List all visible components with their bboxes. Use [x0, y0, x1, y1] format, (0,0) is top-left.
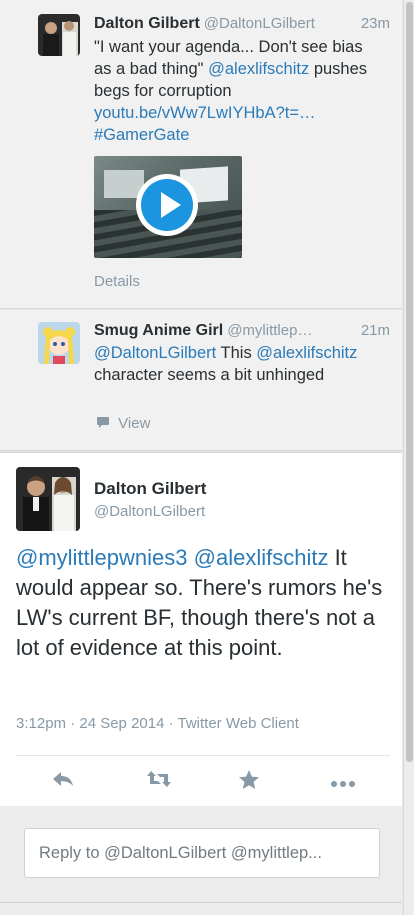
tweet-actions	[16, 763, 390, 799]
view-conversation-link[interactable]: View	[96, 415, 150, 432]
divider	[0, 902, 402, 903]
mention-link[interactable]: @alexlifschitz	[208, 60, 309, 78]
author-handle[interactable]: @DaltonLGilbert	[94, 503, 205, 520]
tweet-item-1[interactable]: Dalton Gilbert @DaltonLGilbert 23m "I wan…	[0, 0, 402, 309]
mention-link[interactable]: @mylittlepwnies3	[16, 545, 188, 570]
mention-link[interactable]: @alexlifschitz	[194, 545, 329, 570]
view-label: View	[118, 415, 151, 432]
tweet-text-part: character seems a bit unhinged	[94, 366, 325, 384]
tweet-text: @DaltonLGilbert This @alexlifschitz char…	[94, 342, 372, 386]
divider	[16, 755, 390, 756]
tweet-header: Smug Anime Girl @mylittlep… 21m	[94, 321, 390, 341]
hashtag-link[interactable]: #GamerGate	[94, 126, 189, 144]
author-handle[interactable]: @mylittlep…	[227, 322, 312, 339]
tweet-text-part: This	[216, 344, 257, 362]
author-name[interactable]: Dalton Gilbert	[94, 479, 206, 499]
avatar[interactable]	[16, 467, 80, 531]
focused-tweet: Dalton Gilbert @DaltonLGilbert @mylittle…	[0, 452, 402, 807]
tweet-item-2[interactable]: Smug Anime Girl @mylittlep… 21m @DaltonLG…	[0, 310, 402, 451]
more-icon[interactable]	[328, 769, 358, 795]
video-thumbnail[interactable]	[94, 156, 242, 258]
author-name[interactable]: Smug Anime Girl	[94, 322, 223, 339]
retweet-icon[interactable]	[144, 769, 174, 795]
tweet-thread-page: Dalton Gilbert @DaltonLGilbert 23m "I wan…	[0, 0, 414, 915]
reply-icon[interactable]	[48, 769, 78, 795]
speech-bubble-icon	[96, 415, 114, 432]
scrollbar-thumb[interactable]	[406, 2, 413, 762]
star-icon[interactable]	[234, 769, 264, 795]
reply-input[interactable]: Reply to @DaltonLGilbert @mylittlep...	[24, 828, 380, 878]
author-handle[interactable]: @DaltonLGilbert	[204, 15, 315, 32]
tweet-text: "I want your agenda... Don't see bias as…	[94, 36, 380, 146]
avatar[interactable]	[38, 14, 80, 56]
author-name[interactable]: Dalton Gilbert	[94, 15, 200, 32]
tweet-timestamp[interactable]: 3:12pm · 24 Sep 2014 · Twitter Web Clien…	[16, 715, 299, 732]
tweet-time[interactable]: 23m	[361, 14, 390, 34]
mention-link[interactable]: @alexlifschitz	[256, 344, 357, 362]
details-link[interactable]: Details	[94, 273, 140, 290]
tweet-header: Dalton Gilbert @DaltonLGilbert 23m	[94, 14, 390, 34]
reply-area: Reply to @DaltonLGilbert @mylittlep...	[0, 806, 402, 915]
mention-link[interactable]: @DaltonLGilbert	[94, 344, 216, 362]
avatar[interactable]	[38, 322, 80, 364]
play-icon[interactable]	[136, 174, 198, 236]
tweet-text: @mylittlepwnies3 @alexlifschitz It would…	[16, 543, 384, 663]
scrollbar[interactable]	[403, 0, 414, 915]
tweet-time[interactable]: 21m	[361, 321, 390, 341]
url-link[interactable]: youtu.be/vWw7LwIYHbA?t=…	[94, 104, 315, 122]
